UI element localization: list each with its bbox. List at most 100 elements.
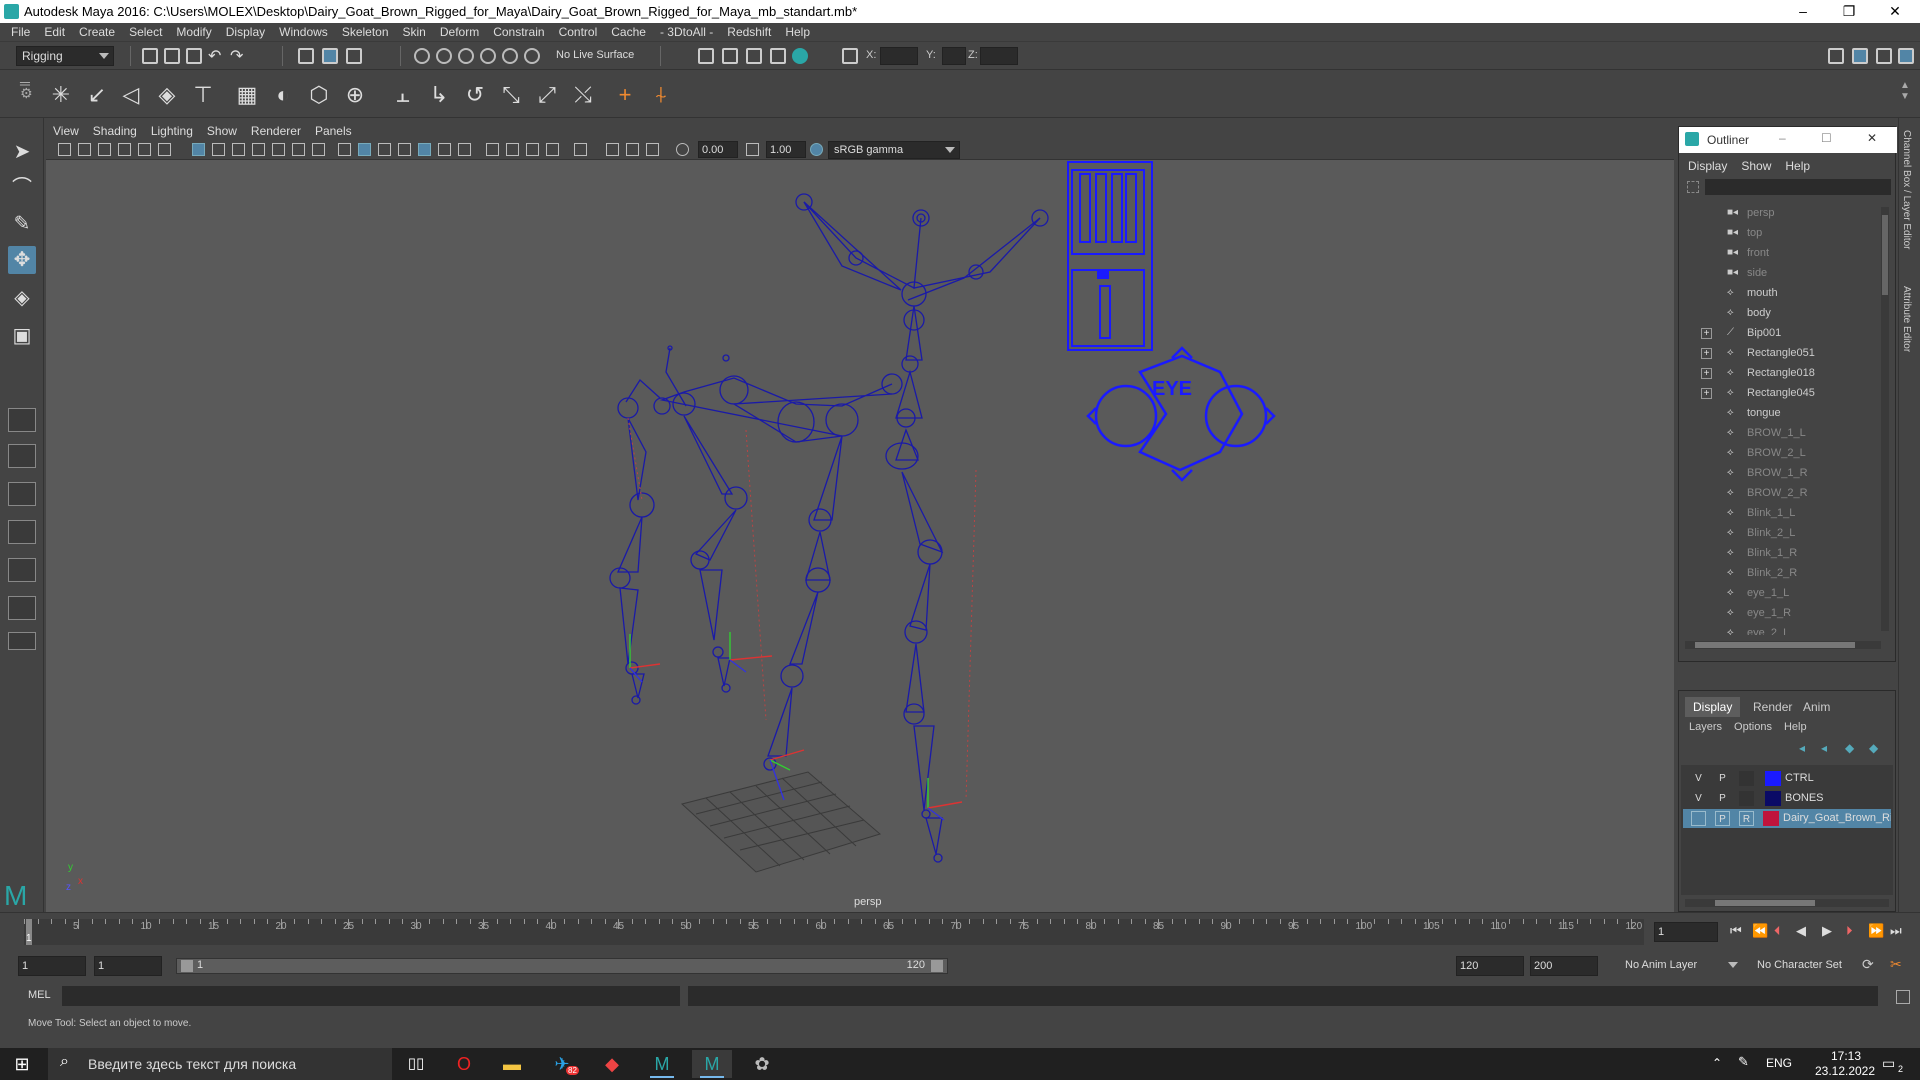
pole-vector-constraint-icon[interactable]: ⤯ — [570, 82, 596, 108]
exposure-field[interactable]: 0.00 — [698, 141, 738, 158]
custom-layout-icon[interactable] — [8, 632, 36, 650]
animation-preferences-icon[interactable]: ✂ — [1890, 956, 1902, 973]
orient-joint-icon[interactable]: ◈ — [154, 82, 180, 108]
range-end-handle[interactable] — [931, 960, 943, 972]
grid-toggle-icon[interactable] — [192, 143, 205, 156]
step-forward-key-icon[interactable]: ⏩ — [1868, 923, 1884, 939]
menu-cache[interactable]: Cache — [604, 23, 653, 42]
scrollbar-thumb[interactable] — [1882, 215, 1888, 295]
color-space-dropdown[interactable]: sRGB gamma — [828, 141, 960, 159]
clock-time[interactable]: 17:13 — [1814, 1049, 1878, 1063]
range-slider-bar[interactable]: 1 120 — [176, 958, 948, 974]
outliner-item[interactable]: ⟡ BROW_2_L — [1679, 443, 1879, 463]
xray-joints-icon[interactable] — [418, 143, 431, 156]
expand-icon[interactable]: + — [1701, 368, 1712, 379]
layer-name[interactable]: BONES — [1785, 789, 1824, 808]
viewport-menu-show[interactable]: Show — [200, 122, 244, 140]
depth-of-field-icon[interactable] — [606, 143, 619, 156]
menu-redshift[interactable]: Redshift — [720, 23, 778, 42]
outliner-item[interactable]: ⟡ BROW_2_R — [1679, 483, 1879, 503]
outliner-item[interactable]: ⟡ Blink_1_L — [1679, 503, 1879, 523]
viewport-menu-shading[interactable]: Shading — [86, 122, 144, 140]
snap-curve-icon[interactable] — [436, 48, 452, 64]
viewport-menu-view[interactable]: View — [46, 122, 86, 140]
maximize-button[interactable]: ☐ — [1821, 131, 1832, 145]
step-forward-frame-icon[interactable]: ⏵ — [1846, 923, 1853, 939]
taskbar-search-box[interactable]: ⌕ Введите здесь текст для поиска — [48, 1048, 392, 1080]
gamma-icon[interactable] — [746, 143, 759, 156]
camera-select-icon[interactable] — [58, 143, 71, 156]
layer-visibility-toggle[interactable] — [1691, 811, 1706, 826]
script-layout-icon[interactable] — [8, 558, 36, 582]
color-management-icon[interactable] — [810, 143, 823, 156]
command-language-label[interactable]: MEL — [28, 989, 51, 1001]
select-object-icon[interactable] — [322, 48, 338, 64]
shadows-icon[interactable] — [506, 143, 519, 156]
language-indicator[interactable]: ENG — [1766, 1056, 1792, 1070]
range-start-handle[interactable] — [181, 960, 193, 972]
parent-constraint-icon[interactable]: ⫠ — [390, 82, 416, 108]
wireframe-on-shaded-icon[interactable] — [398, 143, 411, 156]
scale-tool-icon[interactable]: ▣ — [8, 322, 36, 350]
four-view-layout-icon[interactable] — [8, 444, 36, 468]
layer-menu-options[interactable]: Options — [1728, 721, 1778, 733]
animation-start-field[interactable]: 1 — [18, 956, 86, 976]
outliner-item[interactable]: ⟡ eye_1_R — [1679, 603, 1879, 623]
menu-modify[interactable]: Modify — [169, 23, 218, 42]
film-gate-icon[interactable] — [212, 143, 225, 156]
layer-display-type[interactable] — [1739, 791, 1754, 806]
viewport-persp[interactable]: EYE persp y x z — [46, 160, 1674, 912]
exposure-icon[interactable] — [676, 143, 689, 156]
current-frame-field[interactable]: 1 — [1654, 922, 1718, 942]
x-field[interactable] — [880, 47, 918, 65]
smooth-shade-icon[interactable] — [358, 143, 371, 156]
redo-icon[interactable]: ↷ — [230, 46, 246, 65]
outliner-item[interactable]: ⟡ body — [1679, 303, 1879, 323]
maya-app-icon[interactable]: M — [642, 1050, 682, 1078]
graph-layout-icon[interactable] — [8, 520, 36, 544]
lasso-tool-icon[interactable]: ⌒ — [8, 174, 36, 202]
outliner-item[interactable]: ⟡ Blink_2_R — [1679, 563, 1879, 583]
paint-select-tool-icon[interactable]: ✎ — [8, 210, 36, 238]
viewport-menu-renderer[interactable]: Renderer — [244, 122, 308, 140]
isolate-select-icon[interactable] — [458, 143, 471, 156]
menu-windows[interactable]: Windows — [272, 23, 335, 42]
menu-create[interactable]: Create — [72, 23, 122, 42]
shelf-scroll-icon[interactable]: ▲ ▼ — [1900, 80, 1910, 102]
outliner-item[interactable]: + ⟡ Rectangle045 — [1679, 383, 1879, 403]
outliner-vertical-scrollbar[interactable] — [1881, 207, 1889, 631]
menu-edit[interactable]: Edit — [37, 23, 72, 42]
notification-center-icon[interactable]: ▭ — [1882, 1055, 1895, 1072]
safe-title-icon[interactable] — [312, 143, 325, 156]
snap-view-plane-icon[interactable] — [480, 48, 496, 64]
gate-mask-icon[interactable] — [252, 143, 265, 156]
menu-display[interactable]: Display — [219, 23, 272, 42]
attribute-editor-toggle-icon[interactable] — [1876, 48, 1892, 64]
outliner-item[interactable]: ■◂ front — [1679, 243, 1879, 263]
step-back-key-icon[interactable]: ⏪ — [1752, 923, 1768, 939]
joint-tool-icon[interactable]: ✳ — [48, 82, 74, 108]
hypershade-layout-icon[interactable] — [8, 596, 36, 620]
animation-end-field[interactable]: 200 — [1530, 956, 1598, 976]
outliner-item[interactable]: ■◂ top — [1679, 223, 1879, 243]
default-material-icon[interactable] — [378, 143, 391, 156]
outliner-item[interactable]: ⟡ Blink_2_L — [1679, 523, 1879, 543]
expand-icon[interactable]: + — [1701, 328, 1712, 339]
windows-start-icon[interactable]: ⊞ — [2, 1050, 42, 1078]
image-plane-icon[interactable] — [118, 143, 131, 156]
outliner-horizontal-scrollbar[interactable] — [1685, 641, 1881, 649]
command-input[interactable] — [62, 986, 680, 1006]
outliner-item[interactable]: + ⟋ Bip001 — [1679, 323, 1879, 343]
move-layer-up-icon[interactable]: ◂ — [1799, 741, 1805, 755]
select-tool-icon[interactable]: ➤ — [8, 138, 36, 166]
outliner-item[interactable]: + ⟡ Rectangle018 — [1679, 363, 1879, 383]
gamma-field[interactable]: 1.00 — [766, 141, 806, 158]
outliner-item[interactable]: ■◂ side — [1679, 263, 1879, 283]
undo-icon[interactable]: ↶ — [208, 46, 224, 65]
safe-action-icon[interactable] — [292, 143, 305, 156]
layer-menu-help[interactable]: Help — [1778, 721, 1813, 733]
go-to-start-icon[interactable]: ⏮ — [1730, 923, 1742, 939]
field-chart-icon[interactable] — [272, 143, 285, 156]
camera-lock-icon[interactable] — [78, 143, 91, 156]
menu-3dtoall[interactable]: - 3DtoAll - — [653, 23, 720, 42]
